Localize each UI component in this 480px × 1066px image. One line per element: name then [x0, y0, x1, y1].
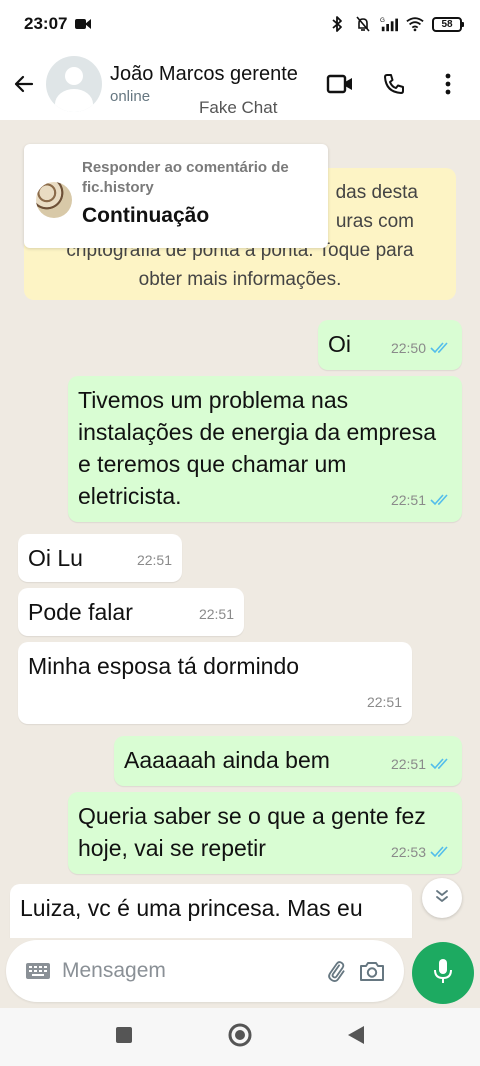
battery-level: 58 — [441, 18, 453, 30]
header-actions — [322, 66, 466, 102]
wifi-icon — [406, 15, 424, 33]
message-bubble-incoming[interactable]: Pode falar 22:51 — [18, 588, 244, 636]
message-bubble-outgoing[interactable]: Queria saber se o que a gente fez hoje, … — [68, 792, 462, 874]
recents-button[interactable] — [106, 1019, 142, 1055]
triangle-back-icon — [347, 1025, 365, 1050]
status-bar: 23:07 G 58 — [0, 0, 480, 48]
home-button[interactable] — [222, 1019, 258, 1055]
status-time: 23:07 — [24, 14, 68, 33]
back-arrow-icon[interactable] — [2, 62, 46, 106]
read-ticks-icon — [430, 757, 452, 771]
attach-icon[interactable] — [318, 953, 354, 989]
square-icon — [115, 1026, 133, 1049]
message-meta: 22:50 — [391, 332, 452, 364]
message-time: 22:51 — [390, 756, 426, 772]
voice-message-button[interactable] — [412, 942, 474, 1004]
back-button[interactable] — [338, 1019, 374, 1055]
message-meta: 22:51 — [137, 544, 172, 576]
fake-chat-watermark: Fake Chat — [199, 98, 278, 117]
keyboard-icon[interactable] — [20, 953, 56, 989]
message-time: 22:53 — [390, 844, 426, 860]
video-call-icon[interactable] — [322, 66, 358, 102]
reply-subtitle: Responder ao comentário de fic.history — [82, 159, 289, 196]
message-time: 22:51 — [366, 694, 402, 710]
voice-call-icon[interactable] — [376, 66, 412, 102]
chevron-double-down-icon — [434, 888, 450, 909]
read-ticks-icon — [430, 845, 452, 859]
message-meta: 22:51 — [367, 686, 402, 718]
message-bubble-outgoing[interactable]: Tivemos um problema nas instalações de e… — [68, 376, 462, 522]
message-time: 22:51 — [390, 492, 426, 508]
signal-icon: G — [380, 15, 398, 33]
commenter-avatar — [36, 182, 72, 218]
battery-icon: 58 — [432, 16, 464, 32]
read-ticks-icon — [430, 341, 452, 355]
contact-name: João Marcos gerente — [110, 63, 298, 85]
message-bubble-incoming[interactable]: Oi Lu 22:51 — [18, 534, 182, 582]
message-meta: 22:51 — [391, 484, 452, 516]
message-bubble-outgoing[interactable]: Aaaaaah ainda bem 22:51 — [114, 736, 462, 786]
system-navigation-bar — [0, 1008, 480, 1066]
contact-avatar[interactable] — [46, 56, 102, 112]
svg-text:G: G — [380, 17, 385, 24]
notice-line: obter mais informações. — [138, 269, 342, 290]
message-meta: 22:51 — [391, 748, 452, 780]
message-meta: 22:53 — [391, 836, 452, 868]
message-input[interactable] — [62, 959, 318, 983]
screen-record-icon — [75, 18, 92, 30]
camera-icon[interactable] — [354, 953, 390, 989]
message-meta: 22:51 — [199, 598, 234, 630]
message-time: 22:51 — [136, 552, 172, 568]
message-text: Minha esposa tá dormindo — [28, 653, 300, 679]
message-time: 22:51 — [198, 606, 234, 622]
status-icons: G 58 — [328, 15, 464, 33]
bluetooth-icon — [328, 15, 346, 33]
message-bubble-incoming[interactable]: Luiza, vc é uma princesa. Mas eu — [10, 884, 412, 938]
reply-comment-card[interactable]: Responder ao comentário de fic.history C… — [24, 144, 328, 248]
message-bubble-incoming[interactable]: Minha esposa tá dormindo 22:51 — [18, 642, 412, 724]
message-composer — [6, 940, 404, 1002]
reply-title: Continuação — [82, 204, 210, 227]
message-time: 22:50 — [390, 340, 426, 356]
message-bubble-outgoing[interactable]: Oi 22:50 — [318, 320, 462, 370]
read-ticks-icon — [430, 493, 452, 507]
more-vertical-icon[interactable] — [430, 66, 466, 102]
scroll-to-bottom-button[interactable] — [422, 878, 462, 918]
circle-icon — [227, 1022, 253, 1053]
chat-area[interactable]: das desta uras com criptografia de ponta… — [0, 120, 480, 938]
message-text: Luiza, vc é uma princesa. Mas eu — [20, 895, 363, 921]
mic-icon — [432, 957, 454, 990]
mute-icon — [354, 15, 372, 33]
